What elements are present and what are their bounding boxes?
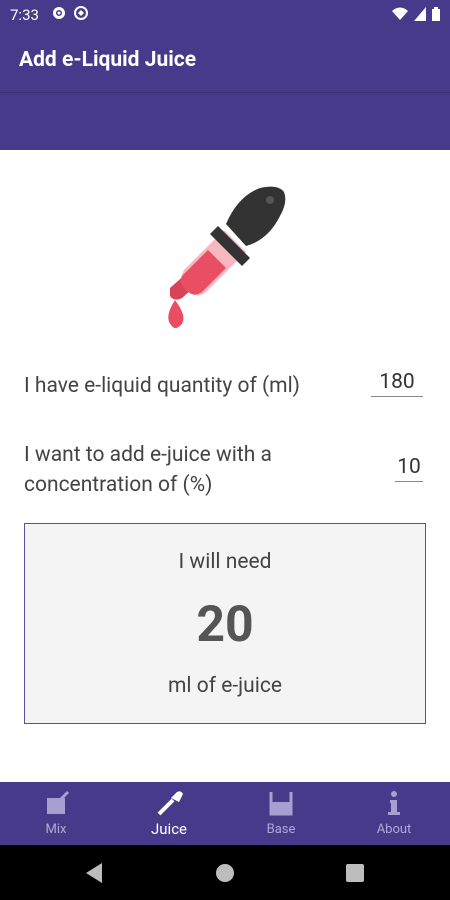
- nav-label-about: About: [376, 822, 412, 837]
- recents-icon[interactable]: [346, 864, 364, 882]
- app-bar-extension: [0, 92, 450, 150]
- nav-label-base: Base: [266, 822, 296, 837]
- status-bar: 7:33: [0, 0, 450, 30]
- nav-label-juice: Juice: [151, 820, 187, 838]
- result-unit: ml of e-juice: [168, 674, 282, 698]
- nav-item-base[interactable]: Base: [225, 782, 337, 845]
- quantity-input[interactable]: 180: [371, 370, 423, 397]
- home-icon[interactable]: [216, 864, 234, 882]
- result-heading: I will need: [178, 550, 272, 574]
- app-bar: Add e-Liquid Juice: [0, 30, 450, 92]
- status-time: 7:33: [10, 6, 39, 24]
- system-navigation-bar: [0, 845, 450, 900]
- page-title: Add e-Liquid Juice: [19, 48, 197, 72]
- quantity-label: I have e-liquid quantity of (ml): [24, 374, 300, 398]
- bottom-navigation: Mix Juice Base About: [0, 782, 450, 845]
- battery-icon: [432, 7, 440, 21]
- settings-icon: [53, 7, 65, 19]
- info-icon: [388, 791, 400, 815]
- signal-icon: [414, 7, 426, 21]
- nav-label-mix: Mix: [45, 822, 67, 837]
- mix-icon: [47, 790, 70, 814]
- result-card: I will need 20 ml of e-juice: [24, 523, 426, 724]
- wifi-icon: [392, 7, 408, 20]
- concentration-label-line1: I want to add e-juice with a: [24, 443, 272, 467]
- result-value: 20: [196, 596, 254, 654]
- nav-item-mix[interactable]: Mix: [0, 782, 112, 845]
- sync-icon: [74, 6, 88, 20]
- nav-item-about[interactable]: About: [338, 782, 450, 845]
- back-icon[interactable]: [86, 863, 104, 883]
- concentration-input[interactable]: 10: [395, 455, 423, 482]
- concentration-label-line2: concentration of (%): [24, 473, 213, 497]
- nav-item-juice[interactable]: Juice: [113, 782, 225, 845]
- beaker-icon: [269, 792, 293, 816]
- dropper-illustration: [168, 186, 286, 328]
- dropper-icon: [157, 791, 183, 816]
